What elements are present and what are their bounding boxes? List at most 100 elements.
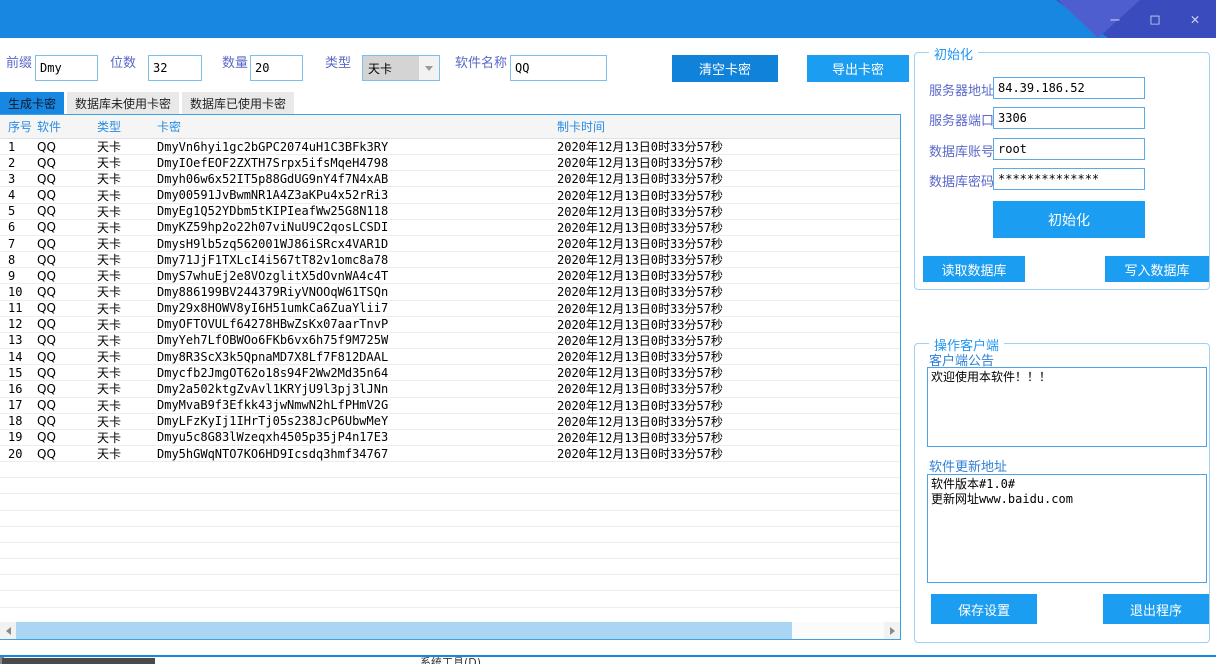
table-row[interactable]: 14QQ天卡Dmy8R3ScX3k5QpnaMD7X8Lf7F812DAAL20… <box>0 349 900 365</box>
server-address-input[interactable] <box>993 77 1145 99</box>
cell-key: Dmy29x8HOWV8yI6H51umkCa6ZuaYlii7 <box>157 301 557 315</box>
update-address-textarea[interactable]: 软件版本#1.0# 更新网址www.baidu.com <box>927 474 1207 583</box>
software-name-input[interactable] <box>510 55 607 81</box>
cell-no: 1 <box>0 140 37 154</box>
close-icon[interactable]: ✕ <box>1182 7 1208 31</box>
table-row[interactable]: 4QQ天卡Dmy00591JvBwmNR1A4Z3aKPu4x52rRi3202… <box>0 187 900 203</box>
digits-label: 位数 <box>110 52 136 71</box>
write-db-button[interactable]: 写入数据库 <box>1105 256 1209 282</box>
cell-software: QQ <box>37 172 97 186</box>
header-type: 类型 <box>97 118 157 135</box>
table-row[interactable]: 11QQ天卡Dmy29x8HOWV8yI6H51umkCa6ZuaYlii720… <box>0 301 900 317</box>
cell-key: DmyEg1Q52YDbm5tKIPIeafWw25G8N118 <box>157 204 557 218</box>
table-row[interactable]: 20QQ天卡Dmy5hGWqNTO7KO6HD9Icsdq3hmf3476720… <box>0 446 900 462</box>
header-time: 制卡时间 <box>557 118 900 135</box>
clear-keys-button[interactable]: 清空卡密 <box>672 55 778 82</box>
table-row[interactable]: 12QQ天卡DmyOFTOVULf64278HBwZsKx07aarTnvP20… <box>0 317 900 333</box>
software-name-label: 软件名称 <box>455 52 507 71</box>
cell-type: 天卡 <box>97 413 157 430</box>
table-header: 序号 软件 类型 卡密 制卡时间 <box>0 115 900 139</box>
cell-time: 2020年12月13日0时33分57秒 <box>557 219 900 236</box>
table-row[interactable]: 2QQ天卡DmyIOefEOF2ZXTH7Srpx5ifsMqeH4798202… <box>0 155 900 171</box>
cell-time: 2020年12月13日0时33分57秒 <box>557 316 900 333</box>
server-port-input[interactable] <box>993 107 1145 129</box>
cell-type: 天卡 <box>97 187 157 204</box>
init-groupbox-title: 初始化 <box>929 44 978 63</box>
table-row[interactable]: 9QQ天卡DmyS7whuEj2e8VOzglitX5dOvnWA4c4T202… <box>0 268 900 284</box>
cell-time: 2020年12月13日0时33分57秒 <box>557 429 900 446</box>
db-password-input[interactable] <box>993 168 1145 190</box>
table-row-empty <box>0 591 900 607</box>
table-row[interactable]: 13QQ天卡DmyYeh7LfOBWOo6FKb6vx6h75f9M725W20… <box>0 333 900 349</box>
cell-no: 11 <box>0 301 37 315</box>
cell-key: DmyVn6hyi1gc2bGPC2074uH1C3BFk3RY <box>157 140 557 154</box>
cell-time: 2020年12月13日0时33分57秒 <box>557 170 900 187</box>
cell-software: QQ <box>37 237 97 251</box>
export-keys-button[interactable]: 导出卡密 <box>807 55 909 82</box>
table-body: 1QQ天卡DmyVn6hyi1gc2bGPC2074uH1C3BFk3RY202… <box>0 139 900 624</box>
table-row[interactable]: 17QQ天卡DmyMvaB9f3Efkk43jwNmwN2hLfPHmV2G20… <box>0 398 900 414</box>
scrollbar-thumb[interactable] <box>16 622 792 639</box>
table-row[interactable]: 15QQ天卡Dmycfb2JmgOT62o18s94F2Ww2Md35n6420… <box>0 365 900 381</box>
cell-time: 2020年12月13日0时33分57秒 <box>557 397 900 414</box>
db-account-input[interactable] <box>993 138 1145 160</box>
cell-time: 2020年12月13日0时33分57秒 <box>557 203 900 220</box>
chevron-down-icon[interactable] <box>419 56 439 80</box>
cell-no: 10 <box>0 285 37 299</box>
initialize-button[interactable]: 初始化 <box>993 201 1145 238</box>
cell-software: QQ <box>37 204 97 218</box>
minimize-icon[interactable]: — <box>1102 7 1128 31</box>
cell-type: 天卡 <box>97 219 157 236</box>
prefix-input[interactable] <box>35 55 98 81</box>
table-row[interactable]: 19QQ天卡Dmyu5c8G83lWzeqxh4505p35jP4n17E320… <box>0 430 900 446</box>
scrollbar-track[interactable] <box>792 622 884 639</box>
cell-type: 天卡 <box>97 380 157 397</box>
cell-key: DmyOFTOVULf64278HBwZsKx07aarTnvP <box>157 317 557 331</box>
cell-key: DmysH9lb5zq562001WJ86iSRcx4VAR1D <box>157 237 557 251</box>
cell-key: Dmy71JjF1TXLcI4i567tT82v1omc8a78 <box>157 253 557 267</box>
client-notice-textarea[interactable]: 欢迎使用本软件！！！ <box>927 367 1207 447</box>
background-window-border <box>0 655 1216 657</box>
table-row[interactable]: 3QQ天卡Dmyh06w6x52IT5p88GdUG9nY4f7N4xAB202… <box>0 171 900 187</box>
table-row[interactable]: 5QQ天卡DmyEg1Q52YDbm5tKIPIeafWw25G8N118202… <box>0 204 900 220</box>
cell-type: 天卡 <box>97 397 157 414</box>
cell-type: 天卡 <box>97 332 157 349</box>
digits-input[interactable] <box>148 55 202 81</box>
scroll-right-icon[interactable] <box>884 622 900 639</box>
tab-generate-keys[interactable]: 生成卡密 <box>0 92 64 114</box>
keys-table: 序号 软件 类型 卡密 制卡时间 1QQ天卡DmyVn6hyi1gc2bGPC2… <box>0 114 901 640</box>
table-row[interactable]: 8QQ天卡Dmy71JjF1TXLcI4i567tT82v1omc8a78202… <box>0 252 900 268</box>
table-row[interactable]: 7QQ天卡DmysH9lb5zq562001WJ86iSRcx4VAR1D202… <box>0 236 900 252</box>
cell-key: DmyKZ59hp2o22h07viNuU9C2qosLCSDI <box>157 220 557 234</box>
cell-key: Dmy5hGWqNTO7KO6HD9Icsdq3hmf34767 <box>157 447 557 461</box>
titlebar[interactable]: — □ ✕ <box>0 0 1216 38</box>
tab-db-used-keys[interactable]: 数据库已使用卡密 <box>182 92 294 114</box>
cell-no: 8 <box>0 253 37 267</box>
save-settings-button[interactable]: 保存设置 <box>931 594 1037 624</box>
maximize-icon[interactable]: □ <box>1142 7 1168 31</box>
horizontal-scrollbar[interactable] <box>0 622 900 639</box>
table-row-empty <box>0 478 900 494</box>
cell-type: 天卡 <box>97 348 157 365</box>
exit-program-button[interactable]: 退出程序 <box>1103 594 1209 624</box>
cell-no: 5 <box>0 204 37 218</box>
table-row[interactable]: 18QQ天卡DmyLFzKyIj1IHrTj05s238JcP6UbwMeY20… <box>0 414 900 430</box>
cell-type: 天卡 <box>97 429 157 446</box>
scroll-left-icon[interactable] <box>0 622 16 639</box>
cell-type: 天卡 <box>97 170 157 187</box>
count-input[interactable] <box>250 55 303 81</box>
table-row[interactable]: 16QQ天卡Dmy2a502ktgZvAvl1KRYjU9l3pj3lJNn20… <box>0 381 900 397</box>
cell-no: 9 <box>0 269 37 283</box>
table-row[interactable]: 6QQ天卡DmyKZ59hp2o22h07viNuU9C2qosLCSDI202… <box>0 220 900 236</box>
cell-no: 18 <box>0 414 37 428</box>
cell-no: 15 <box>0 366 37 380</box>
table-row-empty <box>0 575 900 591</box>
cell-key: DmyLFzKyIj1IHrTj05s238JcP6UbwMeY <box>157 414 557 428</box>
tab-db-unused-keys[interactable]: 数据库未使用卡密 <box>67 92 179 114</box>
table-row[interactable]: 10QQ天卡Dmy886199BV244379RiyVNOOqW61TSQn20… <box>0 284 900 300</box>
cell-no: 12 <box>0 317 37 331</box>
table-row[interactable]: 1QQ天卡DmyVn6hyi1gc2bGPC2074uH1C3BFk3RY202… <box>0 139 900 155</box>
type-select[interactable]: 天卡 <box>362 55 440 81</box>
read-db-button[interactable]: 读取数据库 <box>923 256 1025 282</box>
cell-software: QQ <box>37 301 97 315</box>
